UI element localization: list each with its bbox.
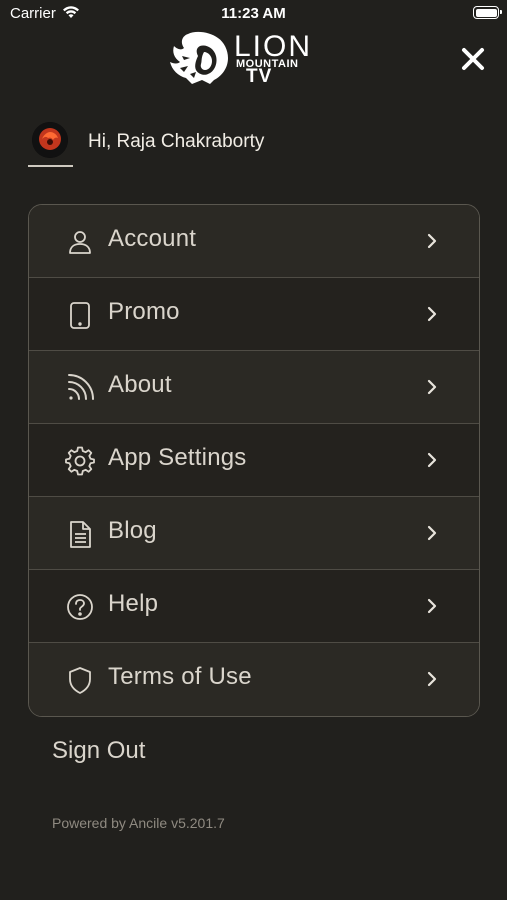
status-bar: Carrier 11:23 AM <box>0 0 507 28</box>
menu-list: Account Promo About App Settings Blog He… <box>28 204 480 717</box>
help-circle-icon <box>67 594 93 620</box>
brand-line-3: TV <box>246 66 273 87</box>
chevron-right-icon <box>427 452 437 468</box>
lion-logo-icon <box>170 31 228 85</box>
gear-icon <box>65 446 95 476</box>
menu-item-blog[interactable]: Blog <box>29 497 479 570</box>
brand-logo: LION MOUNTAIN TV <box>166 30 318 86</box>
document-icon <box>70 521 91 548</box>
menu-item-label: Terms of Use <box>108 663 252 690</box>
menu-item-account[interactable]: Account <box>29 205 479 278</box>
rss-icon <box>68 374 94 400</box>
profile-header[interactable]: Hi, Raja Chakraborty <box>28 118 328 168</box>
menu-item-app-settings[interactable]: App Settings <box>29 424 479 497</box>
menu-item-label: Help <box>108 590 159 617</box>
menu-item-terms-of-use[interactable]: Terms of Use <box>29 643 479 716</box>
chevron-right-icon <box>427 306 437 322</box>
tablet-icon <box>70 302 90 329</box>
avatar-image-icon <box>32 122 68 158</box>
close-icon[interactable] <box>458 44 488 74</box>
menu-item-label: App Settings <box>108 444 247 471</box>
menu-item-promo[interactable]: Promo <box>29 278 479 351</box>
chevron-right-icon <box>427 379 437 395</box>
chevron-right-icon <box>427 233 437 249</box>
user-greeting: Hi, Raja Chakraborty <box>88 131 265 152</box>
menu-item-label: Blog <box>108 517 157 544</box>
menu-item-about[interactable]: About <box>29 351 479 424</box>
user-icon <box>69 231 91 254</box>
menu-item-label: Account <box>108 225 197 252</box>
sign-out-button[interactable]: Sign Out <box>52 737 145 765</box>
avatar[interactable] <box>32 122 68 158</box>
avatar-underline <box>28 165 73 167</box>
menu-item-help[interactable]: Help <box>29 570 479 643</box>
shield-icon <box>69 667 91 694</box>
chevron-right-icon <box>427 525 437 541</box>
menu-item-label: Promo <box>108 298 180 325</box>
powered-by-label: Powered by Ancile v5.201.7 <box>52 815 225 831</box>
chevron-right-icon <box>427 671 437 687</box>
battery-icon <box>473 6 502 19</box>
status-time: 11:23 AM <box>221 5 286 22</box>
menu-item-label: About <box>108 371 172 398</box>
chevron-right-icon <box>427 598 437 614</box>
